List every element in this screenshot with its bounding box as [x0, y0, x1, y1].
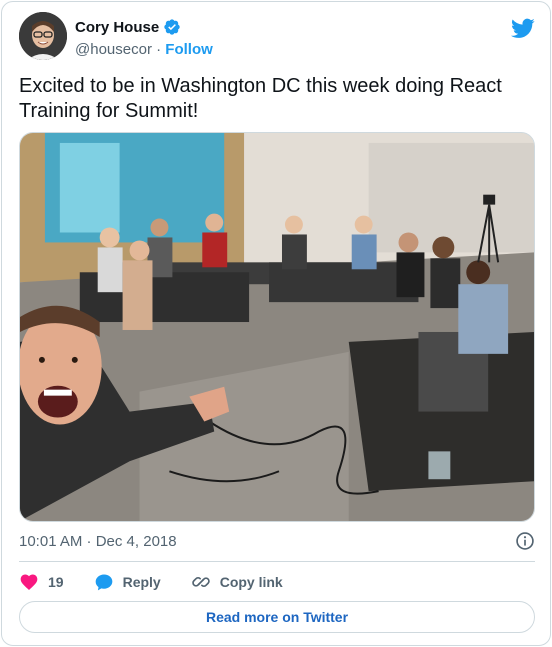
info-icon[interactable]	[515, 531, 535, 551]
like-button[interactable]: 19	[19, 572, 64, 592]
reply-label: Reply	[122, 574, 161, 590]
verified-badge-icon	[164, 19, 180, 35]
tweet-header: Cory House @housecor · Follow	[19, 12, 535, 64]
name-row: Cory House	[75, 18, 181, 36]
action-bar: 19 Reply Copy link	[19, 568, 535, 596]
timestamp[interactable]: 10:01 AM · Dec 4, 2018	[19, 533, 177, 550]
like-count: 19	[48, 574, 64, 590]
link-icon	[191, 576, 210, 588]
separator-dot: ·	[156, 41, 162, 58]
display-name[interactable]: Cory House	[75, 19, 159, 36]
copy-link-label: Copy link	[219, 574, 283, 590]
tweet-card: Cory House @housecor · Follow Excited to…	[1, 1, 551, 646]
reply-button[interactable]: Reply	[94, 572, 161, 592]
user-handle[interactable]: @housecor	[75, 41, 152, 58]
read-more-button[interactable]: Read more on Twitter	[19, 601, 535, 633]
chat-bubble-icon	[95, 574, 112, 591]
tweet-photo[interactable]	[19, 132, 535, 522]
avatar[interactable]	[19, 12, 67, 60]
follow-link[interactable]: Follow	[165, 41, 213, 58]
tweet-text: Excited to be in Washington DC this week…	[19, 75, 502, 122]
divider	[19, 561, 535, 562]
handle-row: @housecor · Follow	[75, 41, 213, 58]
tweet-meta: 10:01 AM · Dec 4, 2018	[19, 530, 535, 552]
twitter-bird-icon[interactable]	[511, 16, 535, 40]
copy-link-button[interactable]: Copy link	[191, 572, 283, 592]
heart-icon	[20, 574, 38, 590]
